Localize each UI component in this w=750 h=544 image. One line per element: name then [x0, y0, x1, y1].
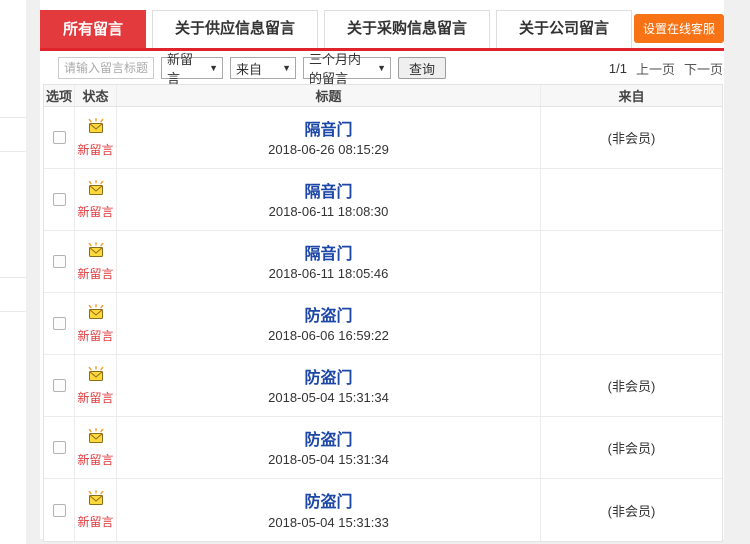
period-select-value: 三个月内的留言	[309, 52, 362, 86]
new-message-icon	[86, 490, 106, 512]
next-page-link[interactable]: 下一页	[684, 59, 723, 78]
message-date: 2018-05-04 15:31:34	[268, 390, 389, 405]
row-checkbox[interactable]	[52, 503, 66, 517]
chevron-down-icon: ▼	[282, 63, 291, 73]
new-message-icon	[86, 365, 106, 388]
table-header-row: 选项 状态 标题 来自	[44, 85, 722, 107]
from-select-value: 来自	[236, 61, 263, 77]
new-message-label: 新留言	[77, 142, 114, 157]
message-title-link[interactable]: 防盗门	[304, 364, 352, 388]
message-date: 2018-05-04 15:31:34	[268, 452, 389, 467]
message-tabs: 所有留言 关于供应信息留言 关于采购信息留言 关于公司留言 设置在线客服	[40, 0, 724, 48]
message-from: (非会员)	[607, 379, 656, 394]
new-message-icon	[86, 241, 106, 264]
message-title-link[interactable]: 防盗门	[304, 488, 352, 512]
row-checkbox[interactable]	[52, 255, 66, 268]
message-title-link[interactable]: 隔音门	[304, 116, 352, 140]
chevron-down-icon: ▼	[377, 63, 386, 73]
period-select[interactable]: 三个月内的留言 ▼	[303, 52, 391, 86]
message-from: (非会员)	[607, 503, 656, 519]
header-from: 来自	[618, 89, 645, 104]
table-row: 新留言 防盗门 2018-05-04 15:31:34 (非会员)	[44, 417, 722, 479]
row-checkbox[interactable]	[52, 441, 66, 454]
new-message-label: 新留言	[77, 328, 114, 343]
message-date: 2018-06-26 08:15:29	[268, 142, 389, 157]
left-panel-divider	[0, 151, 26, 152]
new-message-icon	[86, 179, 106, 202]
message-from: (非会员)	[607, 131, 656, 146]
message-title-link[interactable]: 防盗门	[304, 426, 352, 450]
row-checkbox[interactable]	[52, 379, 66, 392]
prev-page-link[interactable]: 上一页	[636, 59, 675, 78]
left-panel-divider	[0, 311, 26, 312]
table-row: 新留言 防盗门 2018-06-06 16:59:22	[44, 293, 722, 355]
new-message-label: 新留言	[77, 266, 114, 281]
message-date: 2018-05-04 15:31:33	[268, 515, 389, 530]
message-date: 2018-06-06 16:59:22	[268, 328, 389, 343]
message-title-link[interactable]: 隔音门	[304, 240, 352, 264]
tab-supply-messages[interactable]: 关于供应信息留言	[152, 10, 319, 48]
from-select[interactable]: 来自 ▼	[230, 57, 296, 79]
new-message-icon	[86, 117, 106, 140]
message-title-search-input[interactable]	[58, 57, 154, 79]
message-from: (非会员)	[607, 441, 656, 456]
status-select[interactable]: 新留言 ▼	[161, 52, 223, 86]
table-row: 新留言 防盗门 2018-05-04 15:31:33 (非会员)	[44, 479, 722, 541]
new-message-label: 新留言	[77, 390, 114, 405]
chevron-down-icon: ▼	[209, 63, 218, 73]
left-panel-divider	[0, 277, 26, 278]
status-select-value: 新留言	[167, 52, 194, 86]
new-message-label: 新留言	[77, 515, 114, 529]
message-title-link[interactable]: 隔音门	[304, 178, 352, 202]
header-title: 标题	[117, 85, 541, 106]
page-indicator: 1/1	[608, 60, 627, 76]
message-manager-pane: 所有留言 关于供应信息留言 关于采购信息留言 关于公司留言 设置在线客服 新留言…	[40, 0, 724, 542]
table-row: 新留言 隔音门 2018-06-26 08:15:29 (非会员)	[44, 107, 722, 169]
tab-underline	[40, 48, 724, 51]
message-date: 2018-06-11 18:08:30	[268, 204, 389, 219]
row-checkbox[interactable]	[52, 317, 66, 330]
header-status: 状态	[75, 85, 117, 106]
pagination: 1/1 上一页 下一页	[609, 59, 724, 78]
new-message-label: 新留言	[77, 452, 114, 467]
new-message-icon	[86, 427, 106, 450]
set-online-service-button[interactable]: 设置在线客服	[633, 14, 724, 43]
row-checkbox[interactable]	[52, 193, 66, 206]
left-panel-divider	[0, 117, 26, 118]
table-row: 新留言 隔音门 2018-06-11 18:05:46	[44, 231, 722, 293]
message-title-link[interactable]: 防盗门	[304, 302, 352, 326]
table-row: 新留言 防盗门 2018-05-04 15:31:34 (非会员)	[44, 355, 722, 417]
filter-toolbar: 新留言 ▼ 来自 ▼ 三个月内的留言 ▼ 查询 1/1 上一页 下一页	[40, 52, 724, 86]
new-message-icon	[86, 303, 106, 326]
tab-purchase-messages[interactable]: 关于采购信息留言	[324, 10, 491, 48]
message-date: 2018-06-11 18:05:46	[268, 266, 389, 281]
row-checkbox[interactable]	[52, 131, 66, 144]
header-select: 选项	[44, 85, 75, 106]
new-message-label: 新留言	[77, 204, 114, 219]
message-table: 选项 状态 标题 来自 新留言 隔音门 2018-06-26 08:15:29 …	[43, 84, 723, 542]
table-row: 新留言 隔音门 2018-06-11 18:08:30	[44, 169, 722, 231]
tab-all-messages[interactable]: 所有留言	[40, 10, 147, 48]
left-panel-edge	[0, 0, 26, 544]
query-button[interactable]: 查询	[398, 57, 447, 79]
tab-company-messages[interactable]: 关于公司留言	[496, 10, 633, 48]
